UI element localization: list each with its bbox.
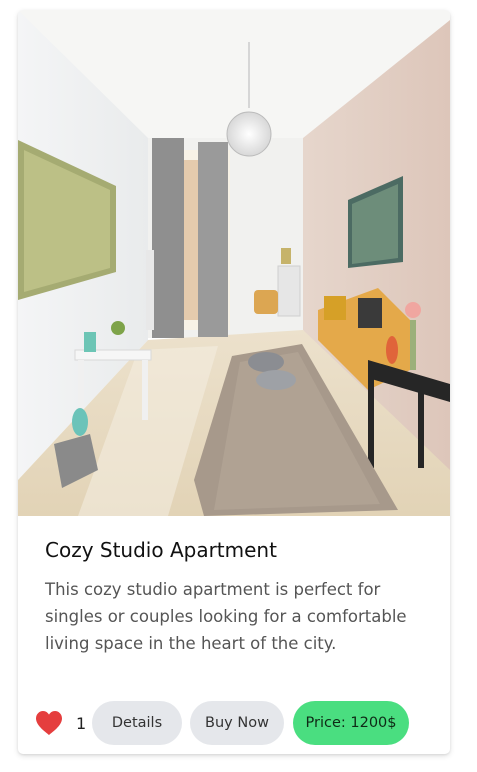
heart-icon[interactable]	[34, 708, 64, 738]
listing-title: Cozy Studio Apartment	[45, 538, 277, 562]
details-button[interactable]: Details	[92, 701, 182, 745]
listing-description: This cozy studio apartment is perfect fo…	[45, 580, 407, 653]
listing-photo	[18, 10, 450, 516]
listing-actions: 1 Details Buy Now Price: 1200$	[34, 700, 409, 746]
like-count: 1	[76, 713, 87, 733]
listing-card: Cozy Studio Apartment This cozy studio a…	[18, 10, 450, 754]
buy-now-button[interactable]: Buy Now	[190, 701, 284, 745]
price-button[interactable]: Price: 1200$	[293, 701, 409, 745]
